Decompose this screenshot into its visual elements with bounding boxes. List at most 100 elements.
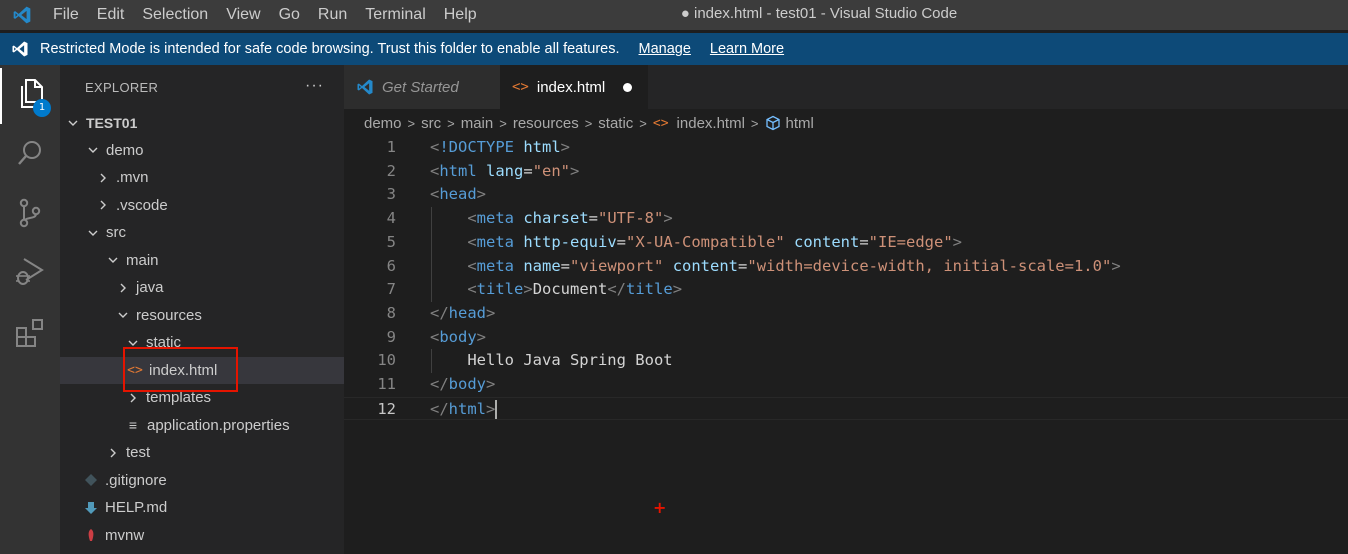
tree-item[interactable]: <> index.html (60, 356, 344, 384)
code-line[interactable]: 8 </head> (344, 302, 1348, 326)
tree-item[interactable]: main (60, 247, 344, 274)
breadcrumb-static[interactable]: static (598, 115, 633, 132)
tree-item-label: test (126, 444, 151, 461)
code-line[interactable]: 7 <title>Document</title> (344, 278, 1348, 302)
code-text: </body> (430, 373, 495, 397)
line-number: 11 (377, 375, 396, 393)
tree-item[interactable]: src (60, 219, 344, 246)
source-control-activity-button[interactable] (0, 187, 60, 243)
code-text: Hello Java Spring Boot (430, 349, 672, 373)
explorer-activity-button[interactable]: 1 (0, 68, 60, 124)
code-token: meta (476, 256, 514, 275)
code-token: "IE=edge" (868, 232, 953, 251)
code-editor[interactable]: 1 <!DOCTYPE html> 2 <html lang="en"> 3 <head>… (344, 136, 1348, 554)
manage-link[interactable]: Manage (639, 41, 691, 57)
unsaved-dot-icon[interactable] (623, 82, 633, 92)
run-debug-activity-button[interactable] (0, 245, 60, 301)
tree-item[interactable]: .gitignore (60, 467, 344, 494)
code-line[interactable]: 6 <meta name="viewport" content="width=d… (344, 255, 1348, 279)
menu-go[interactable]: Go (270, 0, 309, 30)
chevron-down-icon (85, 225, 101, 241)
code-line[interactable]: 4 <meta charset="UTF-8"> (344, 207, 1348, 231)
banner-message: Restricted Mode is intended for safe cod… (40, 41, 620, 57)
breadcrumb-html-symbol[interactable]: html (786, 115, 814, 132)
tree-item[interactable]: templates (60, 384, 344, 411)
tree-item[interactable]: TEST01 (60, 109, 344, 136)
menu-terminal[interactable]: Terminal (356, 0, 434, 30)
code-text: <html lang="en"> (430, 160, 579, 184)
menu-run[interactable]: Run (309, 0, 356, 30)
more-actions-icon[interactable]: ··· (305, 77, 324, 95)
run-debug-icon (14, 255, 46, 292)
menu-view[interactable]: View (217, 0, 269, 30)
tree-item[interactable]: .mvn (60, 164, 344, 191)
code-token: html (448, 399, 486, 418)
tree-item[interactable]: .vscode (60, 192, 344, 219)
code-line[interactable]: 5 <meta http-equiv="X-UA-Compatible" con… (344, 231, 1348, 255)
chevron-right-icon: > (639, 115, 647, 131)
tree-item-label: java (136, 279, 164, 296)
chevron-right-icon (115, 280, 131, 296)
tree-item[interactable]: resources (60, 302, 344, 329)
code-token: </ (430, 303, 449, 322)
breadcrumb-src[interactable]: src (421, 115, 441, 132)
menu-file[interactable]: File (44, 0, 88, 30)
extensions-activity-button[interactable] (0, 307, 60, 363)
code-token: < (467, 232, 477, 251)
code-line[interactable]: 12 </html> (344, 396, 1348, 421)
code-token: < (430, 161, 440, 180)
code-line[interactable]: 1 <!DOCTYPE html> (344, 136, 1348, 160)
breadcrumb-demo[interactable]: demo (364, 115, 402, 132)
tree-item[interactable]: ≡ application.properties (60, 412, 344, 439)
code-line[interactable]: 11 </body> (344, 373, 1348, 397)
code-token: charset (523, 209, 589, 228)
title-bar: File Edit Selection View Go Run Terminal… (0, 0, 1348, 30)
tree-item[interactable]: mvnw (60, 522, 344, 549)
code-line[interactable]: 9 <body> (344, 326, 1348, 350)
line-number: 1 (386, 138, 396, 156)
code-token: "UTF-8" (598, 209, 664, 228)
tree-item[interactable]: demo (60, 137, 344, 164)
learn-more-link[interactable]: Learn More (710, 41, 784, 57)
search-activity-button[interactable] (0, 127, 60, 183)
tab-get-started[interactable]: Get Started (344, 65, 500, 109)
code-token: > (476, 327, 487, 346)
code-text: <meta charset="UTF-8"> (430, 207, 672, 231)
breadcrumb-index-html[interactable]: index.html (677, 115, 745, 132)
explorer-sidebar: EXPLORER ··· TEST01 demo .mvn .vscode src mai… (60, 65, 344, 554)
code-token: "X-UA-Compatible" (626, 232, 785, 251)
line-number: 10 (377, 351, 396, 370)
tree-item[interactable]: HELP.md (60, 494, 344, 521)
code-token: head (448, 303, 486, 322)
menu-selection[interactable]: Selection (133, 0, 217, 30)
breadcrumb-resources[interactable]: resources (513, 115, 579, 132)
code-token: < (467, 256, 477, 275)
code-text: <meta http-equiv="X-UA-Compatible" conte… (430, 231, 962, 255)
extensions-icon (14, 317, 46, 354)
line-number: 4 (386, 209, 396, 228)
code-token: < (467, 209, 477, 228)
code-token: </ (430, 399, 449, 418)
chevron-right-icon: > (407, 115, 416, 131)
menu-bar: File Edit Selection View Go Run Terminal… (44, 0, 486, 30)
tree-item-label: templates (146, 389, 212, 406)
code-line[interactable]: 3 <head> (344, 183, 1348, 207)
code-token: </ (430, 375, 449, 393)
chevron-down-icon (85, 142, 101, 158)
menu-help[interactable]: Help (435, 0, 486, 30)
code-token: > (486, 375, 496, 393)
tree-item[interactable]: test (60, 439, 344, 466)
code-line[interactable]: 2 <html lang="en"> (344, 160, 1348, 184)
tree-item[interactable]: java (60, 274, 344, 301)
breadcrumb-main[interactable]: main (461, 115, 494, 132)
tab-index-html[interactable]: <> index.html (500, 65, 648, 109)
tree-item-label: .mvn (116, 169, 149, 186)
html-file-icon: <> (127, 362, 143, 378)
code-token: "viewport" (570, 256, 664, 275)
menu-edit[interactable]: Edit (88, 0, 134, 30)
tree-item[interactable]: static (60, 329, 344, 356)
code-line[interactable]: 10 Hello Java Spring Boot (344, 349, 1348, 373)
code-token: meta (476, 209, 514, 228)
